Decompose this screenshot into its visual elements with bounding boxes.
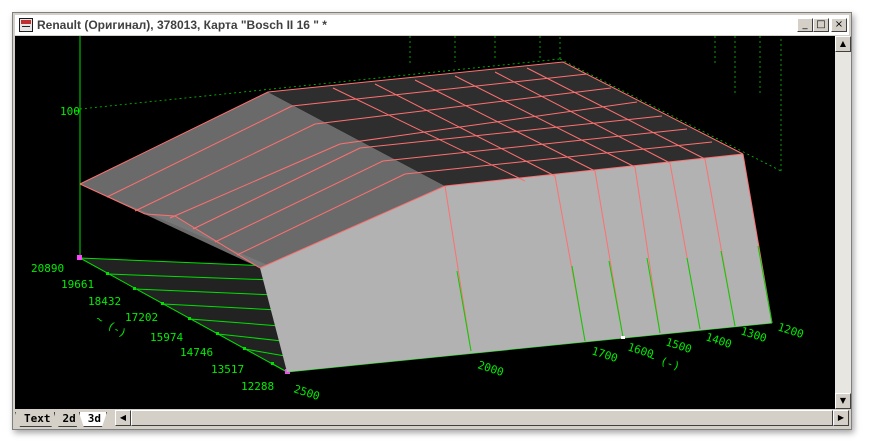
scroll-up-button[interactable]: ▲ — [835, 36, 851, 52]
close-button[interactable]: × — [831, 18, 847, 32]
tab-text[interactable]: Text — [15, 412, 57, 427]
bottom-bar: Text 2d 3d ◀ ▶ — [15, 409, 851, 427]
left-axis-label: ~ (-) — [94, 312, 129, 340]
svg-text:1200: 1200 — [776, 320, 805, 341]
z-tick-100: 100 — [60, 105, 80, 118]
vertical-scrollbar[interactable]: ▲ ▼ — [835, 36, 851, 409]
title-bar[interactable]: Renault (Оригинал), 378013, Карта "Bosch… — [15, 15, 849, 35]
tab-2d[interactable]: 2d — [54, 412, 82, 427]
horizontal-scrollbar[interactable]: ◀ ▶ — [115, 410, 849, 426]
svg-text:1500: 1500 — [664, 335, 693, 356]
window-controls: _ □ × — [797, 18, 847, 32]
right-axis-label: ~ (-) — [646, 350, 682, 373]
svg-text:18432: 18432 — [88, 295, 121, 308]
scroll-right-button[interactable]: ▶ — [833, 410, 849, 426]
svg-text:14746: 14746 — [180, 346, 213, 359]
map-window: Renault (Оригинал), 378013, Карта "Bosch… — [12, 12, 852, 430]
svg-text:19661: 19661 — [61, 278, 94, 291]
svg-text:2000: 2000 — [476, 358, 505, 379]
svg-text:17202: 17202 — [125, 311, 158, 324]
scroll-thumb[interactable] — [131, 410, 833, 426]
svg-text:2500: 2500 — [292, 382, 321, 403]
scroll-left-button[interactable]: ◀ — [115, 410, 131, 426]
window-title: Renault (Оригинал), 378013, Карта "Bosch… — [37, 18, 327, 32]
view-tabs: Text 2d 3d — [15, 409, 104, 427]
svg-text:1300: 1300 — [739, 324, 768, 345]
plot-3d-viewport[interactable]: 100 20890 19661 18432 17202 15974 14746 … — [15, 36, 835, 409]
svg-text:15974: 15974 — [150, 331, 183, 344]
svg-text:1700: 1700 — [590, 344, 619, 365]
app-icon[interactable] — [19, 18, 33, 32]
svg-text:13517: 13517 — [211, 363, 244, 376]
svg-text:12288: 12288 — [241, 380, 274, 393]
scroll-down-button[interactable]: ▼ — [835, 393, 851, 409]
maximize-button[interactable]: □ — [813, 18, 829, 32]
minimize-button[interactable]: _ — [797, 18, 813, 32]
svg-text:1400: 1400 — [704, 330, 733, 351]
tab-3d[interactable]: 3d — [79, 412, 107, 427]
svg-text:20890: 20890 — [31, 262, 64, 275]
surface-plot: 100 20890 19661 18432 17202 15974 14746 … — [31, 36, 805, 403]
